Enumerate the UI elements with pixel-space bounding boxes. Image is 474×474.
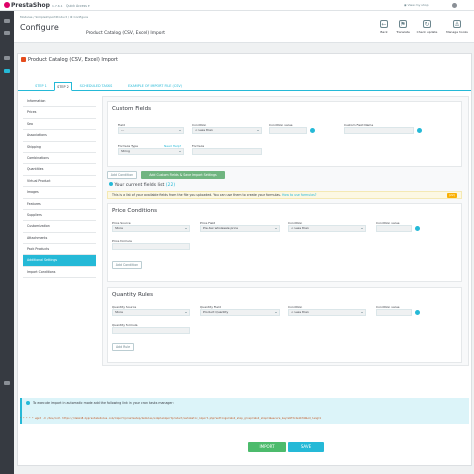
nav-item-associations[interactable]: Associations [23,130,96,142]
panel-heading: Product Catalog (CSV, Excel) Import [21,57,118,66]
version-label: 1.7.6.1 [52,4,63,8]
orders-icon[interactable] [4,31,10,35]
nav-item-information[interactable]: Information [23,96,96,108]
settings-content: Custom Fields Field --- Condition < Less… [102,96,469,366]
add-rule-button[interactable]: Add Rule [112,343,134,351]
nav-item-features[interactable]: Features [23,199,96,210]
section-title: Quantity Rules [112,292,154,298]
condition-value-input[interactable] [376,225,412,232]
quantity-formula-input[interactable] [112,327,190,334]
section-title: Custom Fields [112,106,152,112]
check-update-button[interactable]: ↻ Check update [415,20,439,34]
nav-item-images[interactable]: Images [23,187,96,199]
flag-icon: ⚑ [399,20,407,28]
custom-fields-card: Custom Fields Field --- Condition < Less… [107,101,462,167]
price-field-select[interactable]: Pre-tax wholesale price [200,225,280,232]
info-icon[interactable] [415,310,420,315]
page-title: Configure [20,23,59,32]
tab-example-file[interactable]: EXAMPLE OF IMPORT FILE (CSV) [120,82,190,91]
nav-item-prices[interactable]: Prices [23,107,96,119]
field-select[interactable]: --- [118,127,184,134]
formula-input[interactable] [192,148,262,155]
cron-command[interactable]: * * * * * wget -O /dev/null https://demo… [20,417,465,420]
modules-icon[interactable] [4,69,10,73]
custom-field-name-input[interactable] [344,127,414,134]
condition-value-input[interactable] [376,309,412,316]
condition-value-input[interactable] [269,127,307,134]
price-conditions-card: Price Conditions Price Source Store Pric… [107,203,462,282]
page-subtitle: Product Catalog (CSV, Excel) Import [86,31,165,36]
price-formula-input[interactable] [112,243,190,250]
nav-item-combinations[interactable]: Combinations [23,153,96,165]
fields-list-header[interactable]: Your current fields list (22) [109,182,175,188]
quantity-rules-card: Quantity Rules Quantity Source Store Qua… [107,287,462,363]
cron-alert: To execute import in automatic mode add … [20,398,469,424]
anchor-icon: ⚓ [453,20,461,28]
nav-item-suppliers[interactable]: Suppliers [23,210,96,222]
breadcrumb: Modules / SimpleImportProduct / ⚙ Config… [20,15,89,19]
nav-item-pack-products[interactable]: Pack Products [23,244,96,256]
how-to-use-formulas-link[interactable]: How to use formulas? [282,193,316,197]
module-icon [21,57,26,62]
user-icon[interactable] [452,3,457,8]
page-header: Modules / SimpleImportProduct / ⚙ Config… [14,11,474,43]
manage-hooks-button[interactable]: ⚓ Manage hooks [445,20,469,34]
logo-icon [4,2,10,8]
collapse-icon[interactable] [4,381,10,385]
save-button[interactable]: SAVE [288,442,324,452]
add-condition-button[interactable]: Add Condition [107,171,137,179]
condition-select[interactable]: < Less than [288,225,366,232]
nav-item-additional-settings[interactable]: Additional Settings [23,255,96,267]
top-bar: PrestaShop 1.7.6.1 Quick Access ▾ ◉ View… [0,0,474,11]
nav-item-quantities[interactable]: Quantities [23,164,96,176]
add-custom-fields-save-button[interactable]: Add Custom Fields & Save Import Settings [141,171,225,179]
price-source-select[interactable]: Store [112,225,190,232]
cron-alert-text: To execute import in automatic mode add … [33,401,174,405]
nav-item-shipping[interactable]: Shipping [23,142,96,153]
quantity-source-select[interactable]: Store [112,309,190,316]
refresh-icon: ↻ [423,20,431,28]
nav-item-virtual-product[interactable]: Virtual Product [23,176,96,188]
fields-count-badge: (22) [446,193,457,198]
translate-button[interactable]: ⚑ Translate [391,20,415,34]
fields-list-notice: This is a list of your available fields … [107,191,462,199]
quick-access-dropdown[interactable]: Quick Access ▾ [66,4,90,8]
nav-item-attachments[interactable]: Attachments [23,233,96,245]
info-icon [109,182,113,186]
nav-item-import-conditions[interactable]: Import Conditions [23,267,96,279]
view-shop-link[interactable]: ◉ View my shop [404,3,429,7]
add-price-condition-button[interactable]: Add Condition [112,261,142,269]
section-title: Price Conditions [112,208,158,214]
info-icon[interactable] [310,128,315,133]
nav-item-customization[interactable]: Customization [23,221,96,233]
back-icon: ← [380,20,388,28]
quantity-field-select[interactable]: Product Quantity [200,309,280,316]
nav-item-seo[interactable]: Seo [23,119,96,131]
step-tabs: STEP 1 STEP 2 SCHEDULED TASKS EXAMPLE OF… [18,82,471,91]
info-icon [26,401,30,405]
main-sidebar [0,11,14,474]
formula-type-select[interactable]: String [118,148,184,155]
info-icon[interactable] [417,128,422,133]
info-icon[interactable] [415,226,420,231]
condition-select[interactable]: < Less than [288,309,366,316]
tab-step-2[interactable]: STEP 2 [54,82,72,91]
tab-step-1[interactable]: STEP 1 [32,82,50,91]
import-button[interactable]: IMPORT [248,442,286,452]
tab-scheduled-tasks[interactable]: SCHEDULED TASKS [76,82,116,91]
condition-select[interactable]: < Less than [192,127,262,134]
prestashop-logo[interactable]: PrestaShop [4,2,50,9]
settings-nav: Information Prices Seo Associations Ship… [23,96,96,279]
dashboard-icon[interactable] [4,19,10,23]
catalog-icon[interactable] [4,56,10,60]
